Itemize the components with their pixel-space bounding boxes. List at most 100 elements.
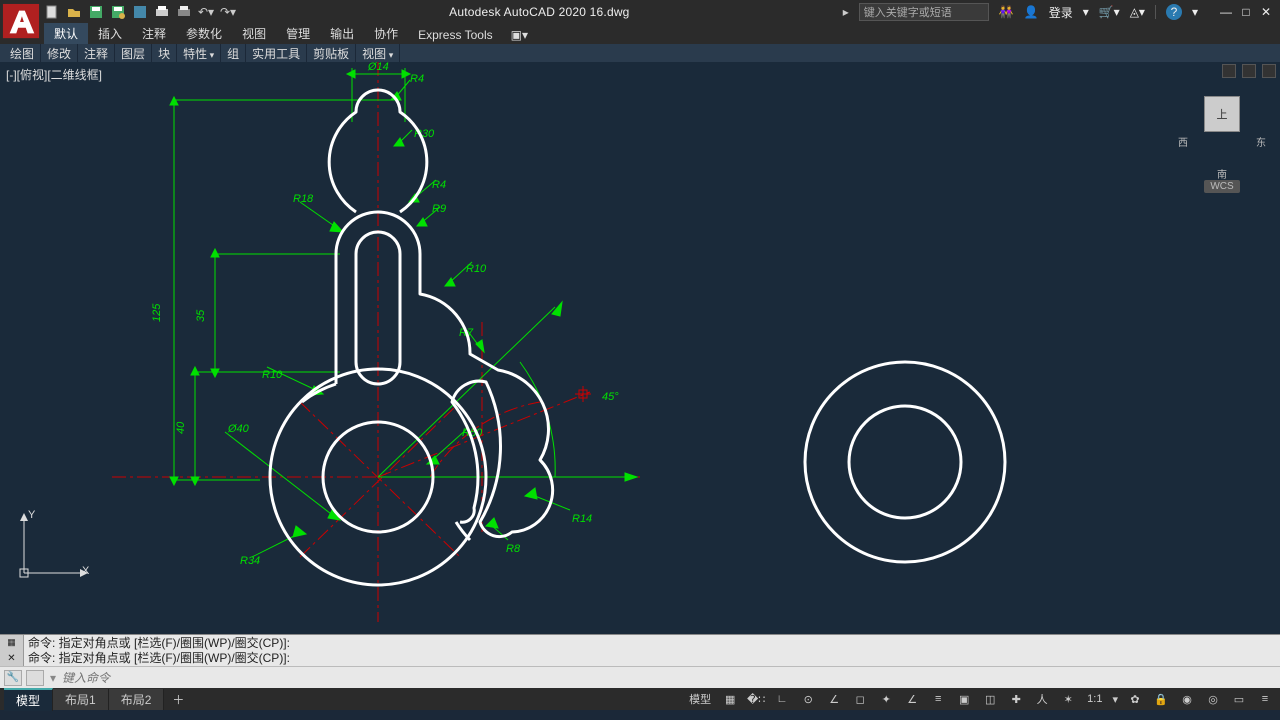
lwt-icon[interactable]: ≡ [929, 690, 947, 708]
command-line[interactable]: 🔧 ▶_ ▾ [0, 666, 1280, 688]
lock-icon[interactable]: 🔒 [1152, 690, 1170, 708]
panel-block[interactable]: 块 [152, 44, 177, 63]
isodraft-icon[interactable]: ∠ [825, 690, 843, 708]
tab-output[interactable]: 输出 [320, 23, 364, 44]
maximize-icon[interactable]: □ [1238, 5, 1254, 19]
panel-group[interactable]: 组 [221, 44, 246, 63]
right-ring-shape [805, 362, 1005, 562]
plot-icon[interactable] [154, 4, 170, 20]
dim-r34: R34 [240, 555, 260, 567]
panel-props[interactable]: 特性 [177, 44, 221, 63]
otrack-icon[interactable]: ∠ [903, 690, 921, 708]
close-icon[interactable]: ✕ [1258, 5, 1274, 19]
title-bar: ↶▾ ↷▾ Autodesk AutoCAD 2020 16.dwg ▸ 键入关… [0, 0, 1280, 24]
dim-r4b: R4 [432, 179, 446, 191]
annoscale-icon[interactable]: 人 [1033, 690, 1051, 708]
login-label[interactable]: 登录 [1049, 4, 1073, 21]
ucs-y-label: Y [28, 509, 35, 521]
annomonitor-icon[interactable]: ✚ [1007, 690, 1025, 708]
ucs-icon: X Y [14, 511, 94, 594]
scale-label[interactable]: 1:1 [1085, 693, 1104, 705]
cmd-prompt-icon[interactable]: ▶_ [26, 670, 44, 686]
dim-40: 40 [175, 421, 187, 434]
status-bar: 模型 布局1 布局2 ＋ 模型 ▦ �∷ ∟ ⊙ ∠ ◻ ✦ ∠ ≡ ▣ ◫ ✚… [0, 688, 1280, 710]
web-icon[interactable] [132, 4, 148, 20]
save-icon[interactable] [88, 4, 104, 20]
undo-icon[interactable]: ↶▾ [198, 4, 214, 20]
panel-modify[interactable]: 修改 [41, 44, 78, 63]
login-dropdown-icon[interactable]: ▾ [1083, 5, 1089, 19]
transparency-icon[interactable]: ▣ [955, 690, 973, 708]
cmd-line-2: 命令: 指定对角点或 [栏选(F)/圈围(WP)/圈交(CP)]: [28, 651, 1276, 666]
tab-add-icon[interactable]: ＋ [164, 689, 192, 710]
panel-view[interactable]: 视图 [356, 44, 400, 63]
panel-tabs: 绘图 修改 注释 图层 块 特性 组 实用工具 剪贴板 视图 [0, 44, 1280, 62]
title-right-controls: ▸ 键入关键字或短语 👭 👤 登录 ▾ 🛒▾ ◬▾ ? ▾ — □ ✕ [843, 3, 1280, 21]
drawing-area[interactable]: [-][俯视][二维线框] 北 西 东 南 WCS [0, 62, 1280, 634]
search-arrow-icon[interactable]: ▸ [843, 5, 849, 19]
status-right: 模型 ▦ �∷ ∟ ⊙ ∠ ◻ ✦ ∠ ≡ ▣ ◫ ✚ 人 ✶ 1:1 ▾ ✿ 🔒… [687, 690, 1280, 708]
open-icon[interactable] [66, 4, 82, 20]
dim-d14: Ø14 [367, 62, 389, 73]
new-icon[interactable] [44, 4, 60, 20]
tab-manage[interactable]: 管理 [276, 23, 320, 44]
tab-annotate[interactable]: 注释 [132, 23, 176, 44]
signin-icon[interactable]: 👭 [999, 5, 1014, 19]
tab-layout2[interactable]: 布局2 [109, 689, 165, 710]
separator [1155, 5, 1156, 19]
user-icon[interactable]: 👤 [1024, 5, 1039, 19]
saveas-icon[interactable] [110, 4, 126, 20]
grid-icon[interactable]: ▦ [721, 690, 739, 708]
annoviz-icon[interactable]: ✶ [1059, 690, 1077, 708]
tab-collab[interactable]: 协作 [364, 23, 408, 44]
app-logo-icon[interactable] [2, 2, 40, 42]
status-model-label[interactable]: 模型 [687, 691, 713, 707]
dim-125: 125 [151, 303, 163, 322]
command-input[interactable] [56, 671, 1280, 685]
tab-layout1[interactable]: 布局1 [53, 689, 109, 710]
tab-parametric[interactable]: 参数化 [176, 23, 232, 44]
cleanscreen-icon[interactable]: ▭ [1230, 690, 1248, 708]
a360-icon[interactable]: ◬▾ [1130, 5, 1145, 19]
redo-icon[interactable]: ↷▾ [220, 4, 236, 20]
hardware-icon[interactable]: ◉ [1178, 690, 1196, 708]
command-history[interactable]: ▦ ✕ 命令: 指定对角点或 [栏选(F)/圈围(WP)/圈交(CP)]: 命令… [0, 634, 1280, 666]
tab-default[interactable]: 默认 [44, 23, 88, 44]
tab-express[interactable]: Express Tools [408, 26, 502, 44]
print-icon[interactable] [176, 4, 192, 20]
dim-r14: R14 [572, 513, 592, 525]
cmd-line-1: 命令: 指定对角点或 [栏选(F)/圈围(WP)/圈交(CP)]: [28, 636, 1276, 651]
panel-util[interactable]: 实用工具 [246, 44, 307, 63]
tab-view[interactable]: 视图 [232, 23, 276, 44]
polar-icon[interactable]: ⊙ [799, 690, 817, 708]
tab-insert[interactable]: 插入 [88, 23, 132, 44]
panel-draw[interactable]: 绘图 [4, 44, 41, 63]
custom-icon[interactable]: ≡ [1256, 690, 1274, 708]
panel-clip[interactable]: 剪贴板 [307, 44, 356, 63]
cmd-close-icon[interactable]: ✕ [7, 651, 15, 666]
drawing-svg: Ø14 R4 R30 R4 R18 R9 R10 125 35 R10 40 Ø… [0, 62, 1280, 634]
exchange-icon[interactable]: 🛒▾ [1099, 5, 1120, 19]
tab-more-icon[interactable]: ▣▾ [503, 26, 536, 44]
tab-model[interactable]: 模型 [4, 688, 53, 711]
snap-icon[interactable]: �∷ [747, 690, 765, 708]
workspace-icon[interactable]: ✿ [1126, 690, 1144, 708]
panel-annot[interactable]: 注释 [78, 44, 115, 63]
cmd-wrench-icon[interactable]: 🔧 [4, 670, 22, 686]
dim-r9: R9 [432, 203, 446, 215]
cmd-grip-icon[interactable]: ▦ [7, 635, 16, 650]
ortho-icon[interactable]: ∟ [773, 690, 791, 708]
panel-layer[interactable]: 图层 [115, 44, 152, 63]
3dosnap-icon[interactable]: ✦ [877, 690, 895, 708]
search-input[interactable]: 键入关键字或短语 [859, 3, 989, 21]
dim-r8: R8 [506, 543, 521, 555]
ribbon-tabs: 默认 插入 注释 参数化 视图 管理 输出 协作 Express Tools ▣… [0, 24, 1280, 44]
scale-dropdown-icon[interactable]: ▾ [1112, 693, 1118, 706]
help-icon[interactable]: ? [1166, 4, 1182, 20]
osnap-icon[interactable]: ◻ [851, 690, 869, 708]
dim-r10a: R10 [466, 263, 487, 275]
isolate-icon[interactable]: ◎ [1204, 690, 1222, 708]
minimize-icon[interactable]: — [1218, 5, 1234, 19]
help-dropdown-icon[interactable]: ▾ [1192, 5, 1198, 19]
cycling-icon[interactable]: ◫ [981, 690, 999, 708]
